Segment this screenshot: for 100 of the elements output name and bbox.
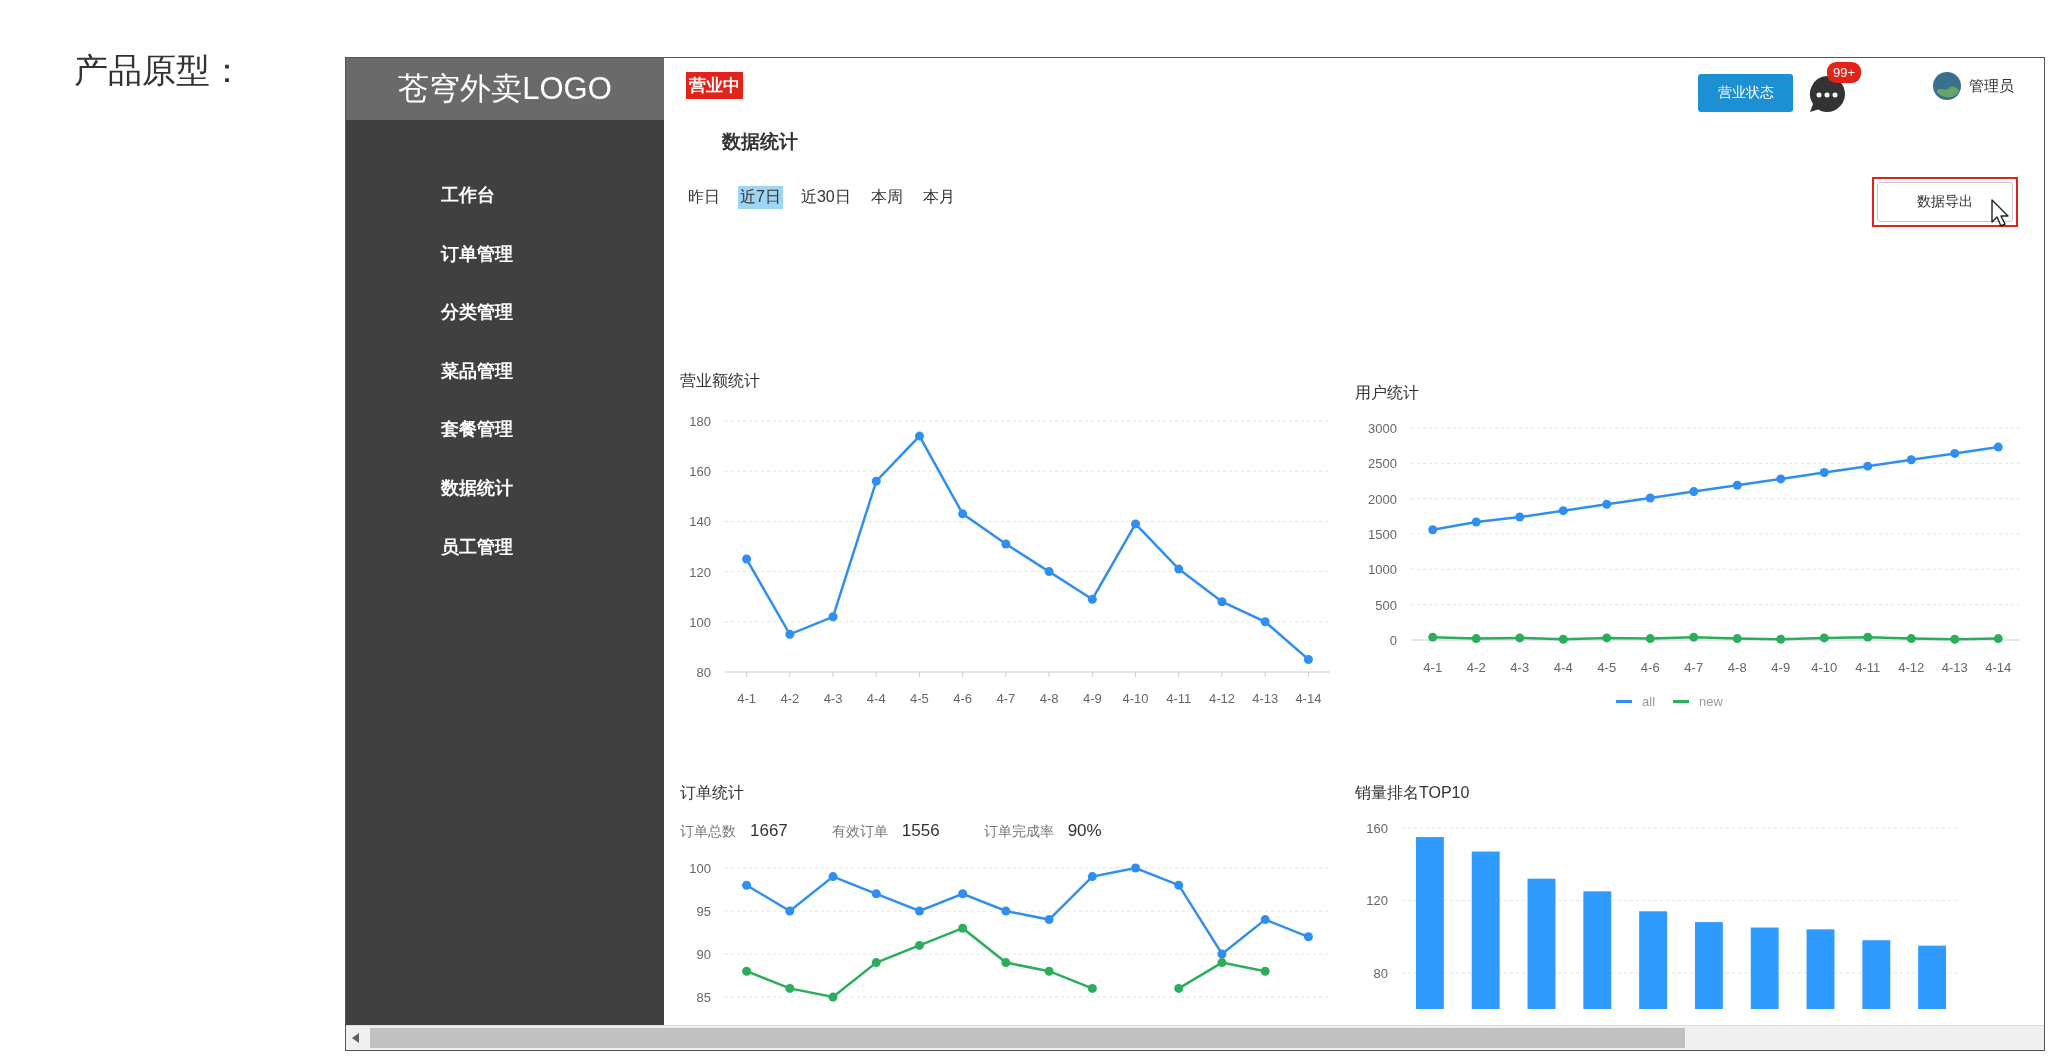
status-button[interactable]: 营业状态 — [1698, 74, 1793, 112]
sidebar-item[interactable]: 员工管理 — [441, 521, 513, 573]
stat-label: 有效订单 — [831, 823, 888, 841]
y-tick-label: 120 — [1366, 893, 1388, 909]
x-tick-label: 4-3 — [823, 691, 843, 706]
y-tick-label: 80 — [696, 665, 711, 680]
point — [1602, 633, 1612, 643]
point — [1950, 448, 1960, 458]
stat-label: 订单完成率 — [983, 823, 1054, 841]
x-tick-label: 4-5 — [910, 691, 929, 706]
x-tick-label: 4-8 — [1727, 660, 1747, 675]
date-filter-tab[interactable]: 近30日 — [798, 186, 853, 209]
y-tick-label: 80 — [1373, 965, 1388, 981]
y-tick-label: 100 — [689, 861, 711, 876]
point — [1863, 632, 1873, 642]
x-tick-label: 4-12 — [1208, 691, 1235, 706]
x-tick-label: 4-10 — [1122, 691, 1149, 706]
date-filter-tab[interactable]: 本周 — [868, 186, 905, 209]
horizontal-scrollbar[interactable] — [346, 1025, 2044, 1050]
x-tick-label: 4-4 — [1553, 660, 1573, 675]
y-tick-label: 500 — [1375, 597, 1397, 613]
sales-bar-chart: 80 120 160 — [1355, 815, 1975, 1015]
x-tick-label: 4-13 — [1941, 660, 1968, 675]
point — [1645, 493, 1655, 503]
point — [1906, 634, 1916, 644]
point — [958, 889, 968, 899]
point — [1087, 983, 1097, 993]
page-label: 产品原型： — [74, 51, 244, 89]
point — [1260, 966, 1270, 976]
point — [1044, 567, 1054, 577]
point — [914, 940, 924, 950]
point — [1471, 634, 1481, 644]
sidebar-item[interactable]: 分类管理 — [441, 287, 513, 338]
point — [1044, 966, 1054, 976]
x-tick-label: 4-3 — [1510, 660, 1530, 675]
chart-title: 订单统计 — [680, 783, 744, 803]
point — [1260, 617, 1270, 627]
y-tick-label: 160 — [689, 464, 711, 480]
point — [1131, 863, 1141, 873]
x-tick-label: 4-1 — [1423, 660, 1443, 675]
point — [828, 612, 838, 622]
x-tick-label: 4-10 — [1811, 660, 1838, 675]
x-tick-label: 4-11 — [1166, 691, 1192, 706]
x-tick-label: 4-9 — [1082, 691, 1102, 706]
point — [742, 880, 752, 890]
point — [1428, 632, 1438, 642]
y-tick-label: 2000 — [1368, 491, 1397, 507]
point — [1303, 654, 1313, 664]
scrollbar-thumb[interactable] — [370, 1028, 1685, 1048]
x-tick-label: 4-8 — [1039, 691, 1059, 706]
point — [785, 906, 795, 916]
sidebar-item[interactable]: 订单管理 — [441, 228, 513, 280]
cursor-icon — [1991, 199, 2011, 227]
point — [958, 509, 968, 519]
chart-title: 营业额统计 — [680, 371, 760, 391]
date-filter-tab[interactable]: 近7日 — [738, 186, 783, 209]
point — [1001, 539, 1011, 549]
status-tag: 营业中 — [686, 71, 743, 99]
y-tick-label: 120 — [689, 564, 711, 580]
sidebar-item[interactable]: 工作台 — [441, 170, 495, 221]
point — [742, 554, 752, 564]
point — [914, 431, 924, 441]
date-filter-tab[interactable]: 本月 — [920, 186, 957, 209]
x-tick-label: 4-2 — [780, 691, 800, 706]
sidebar-item[interactable]: 套餐管理 — [441, 404, 513, 455]
scroll-left-icon[interactable] — [352, 1033, 360, 1043]
export-button[interactable]: 数据导出 — [1877, 182, 2013, 222]
date-filter-tab[interactable]: 昨日 — [686, 186, 722, 209]
y-tick-label: 180 — [689, 414, 711, 429]
x-tick-label: 4-6 — [953, 691, 973, 706]
point — [914, 906, 924, 916]
point — [1819, 633, 1829, 643]
point — [1217, 949, 1227, 959]
point — [1776, 634, 1786, 644]
y-tick-label: 140 — [689, 514, 711, 530]
x-tick-label: 4-13 — [1252, 691, 1279, 706]
point — [1993, 442, 2003, 452]
stat-value: 1556 — [901, 821, 940, 841]
point — [1001, 958, 1011, 968]
x-tick-label: 4-14 — [1295, 691, 1322, 706]
sidebar-item[interactable]: 数据统计 — [441, 462, 513, 514]
y-tick-label: 85 — [696, 990, 711, 1005]
stat-value: 1667 — [750, 821, 788, 841]
user-name[interactable]: 管理员 — [1969, 76, 2014, 96]
avatar-icon[interactable] — [1933, 72, 1961, 100]
point — [1217, 597, 1227, 607]
y-tick-label: 0 — [1389, 633, 1397, 648]
point — [1471, 517, 1481, 527]
point — [871, 958, 881, 968]
point — [828, 872, 838, 882]
x-tick-label: 4-12 — [1898, 660, 1925, 675]
point — [1174, 983, 1184, 993]
point — [871, 476, 881, 486]
x-tick-label: 4-11 — [1855, 660, 1881, 675]
logo: 苍穹外卖LOGO — [346, 58, 664, 120]
sidebar-item[interactable]: 菜品管理 — [441, 345, 513, 397]
x-tick-label: 4-9 — [1771, 660, 1791, 675]
point — [1001, 906, 1011, 916]
message-badge: 99+ — [1827, 62, 1862, 83]
point — [1863, 461, 1873, 471]
